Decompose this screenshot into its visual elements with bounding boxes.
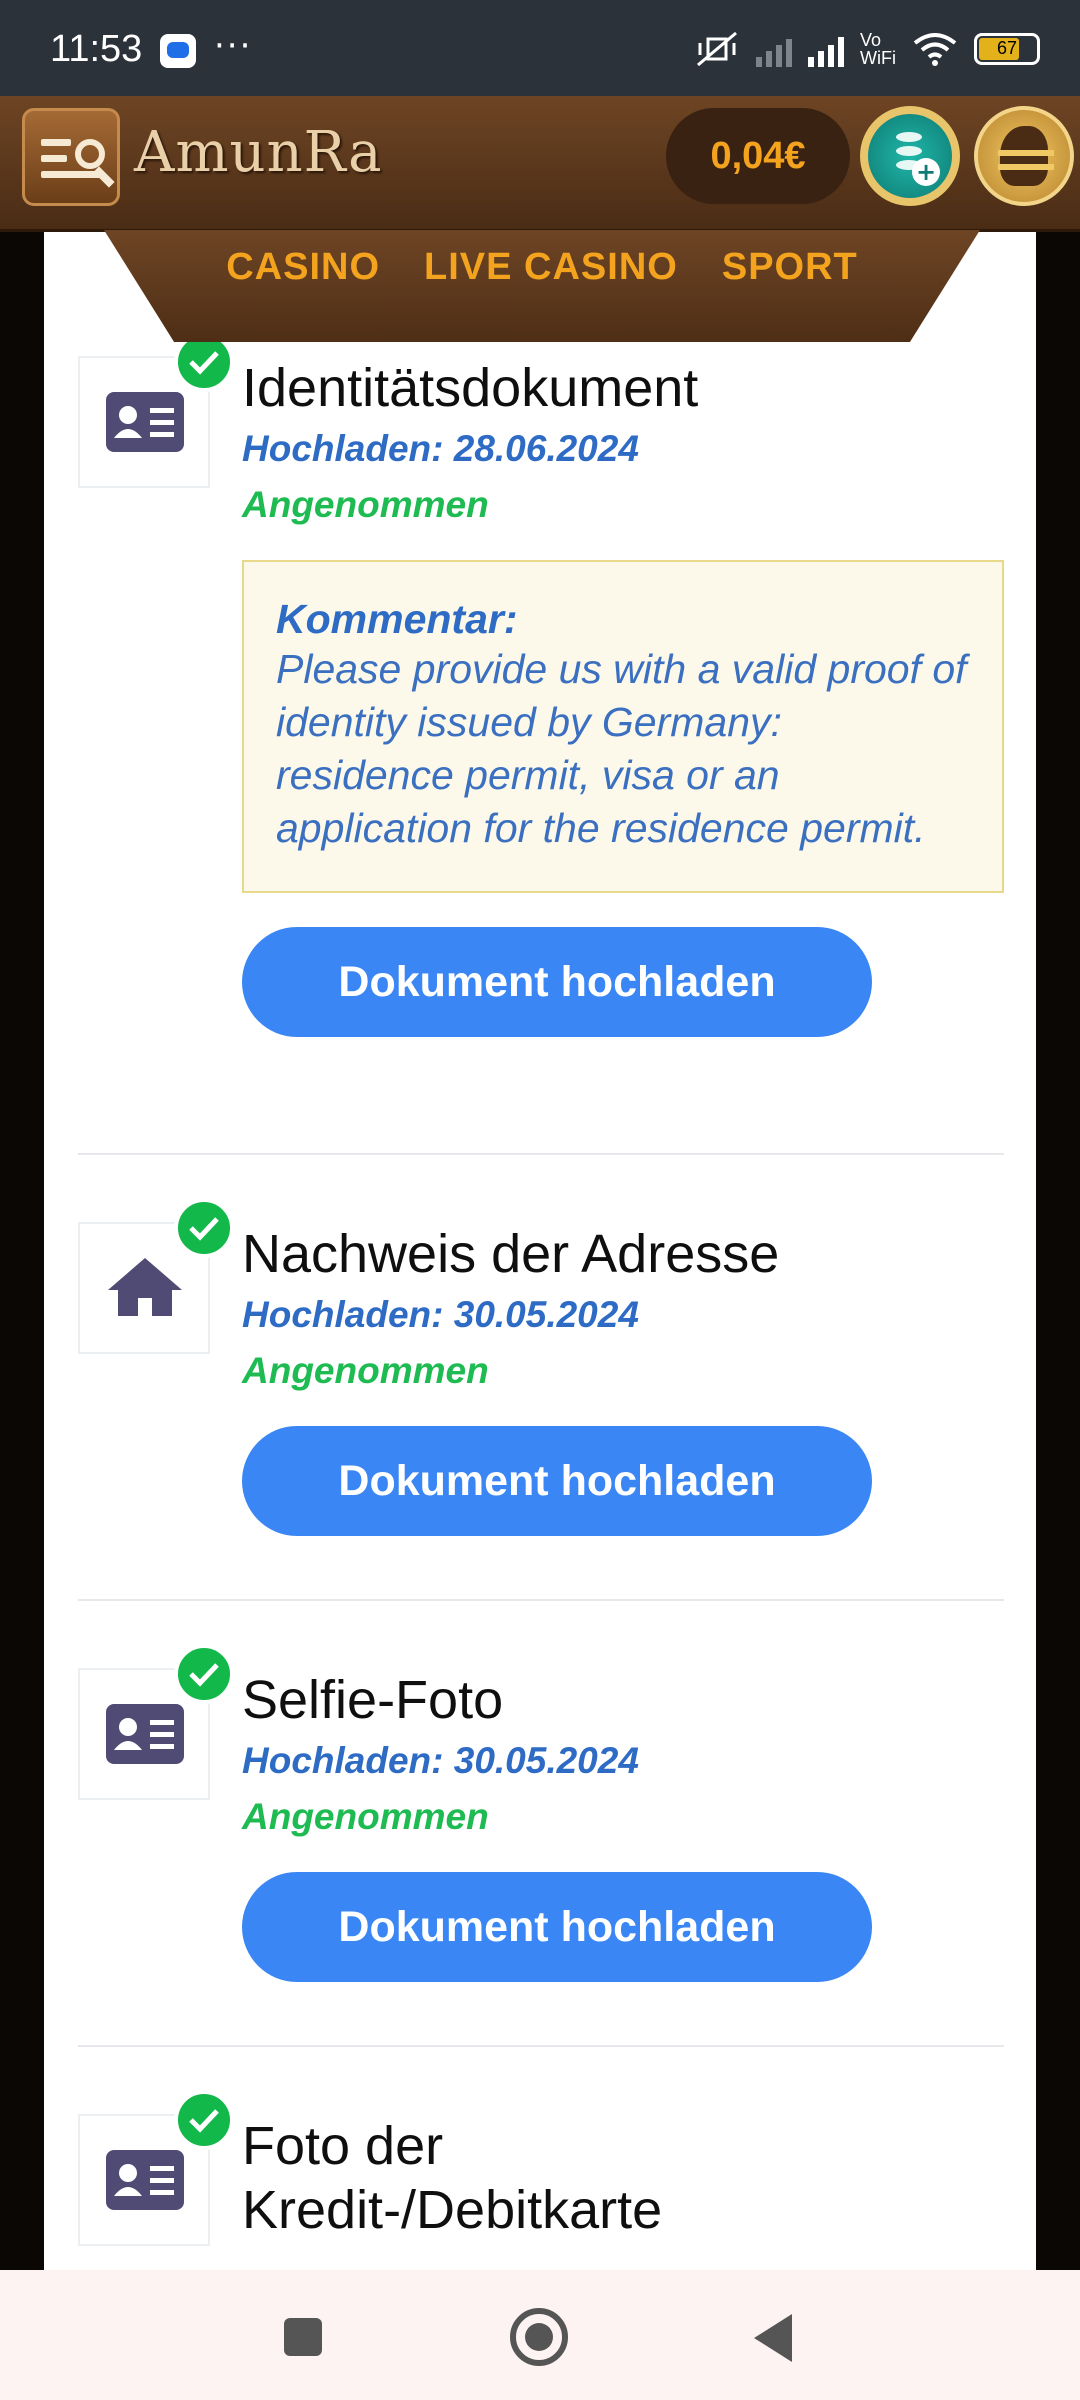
document-details: Selfie-Foto Hochladen: 30.05.2024 Angeno…	[242, 1668, 1004, 1982]
page-background-left	[0, 96, 45, 2270]
menu-icon	[41, 139, 71, 146]
page-background-right	[1035, 96, 1080, 2270]
pharaoh-icon	[1000, 126, 1048, 186]
upload-document-button[interactable]: Dokument hochladen	[242, 1426, 872, 1536]
status-badge: Angenommen	[242, 1796, 489, 1837]
comment-label: Kommentar:	[276, 596, 518, 642]
amunra-logo[interactable]: AmunRa	[134, 120, 383, 185]
upload-date: Hochladen: 30.05.2024	[242, 1740, 639, 1781]
document-title: Identitätsdokument	[242, 358, 699, 418]
app-header: AmunRa 0,04€ +	[0, 96, 1080, 232]
messages-notification-icon	[160, 34, 196, 68]
accepted-check-icon	[174, 1644, 234, 1704]
document-title-line2: Kredit-/Debitkarte	[242, 2180, 663, 2240]
id-card-icon	[106, 1704, 184, 1764]
accepted-check-icon	[174, 1198, 234, 1258]
house-icon	[108, 1258, 182, 1316]
documents-list: Identitätsdokument Hochladen: 28.06.2024…	[44, 150, 1036, 2270]
id-card-icon	[106, 2150, 184, 2210]
upload-document-button[interactable]: Dokument hochladen	[242, 1872, 872, 1982]
id-card-icon	[106, 392, 184, 452]
home-button[interactable]	[510, 2308, 568, 2366]
accepted-check-icon	[174, 2090, 234, 2150]
system-navigation-bar	[0, 2270, 1080, 2400]
document-details: Identitätsdokument Hochladen: 28.06.2024…	[242, 356, 1004, 1037]
balance-display[interactable]: 0,04€	[666, 108, 850, 204]
status-icons: Vo WiFi 67	[694, 24, 1040, 74]
signal-sim1-icon	[756, 31, 793, 67]
status-badge: Angenommen	[242, 1350, 489, 1391]
battery-level: 67	[996, 38, 1018, 58]
divider	[78, 1599, 1004, 1601]
comment-box: Kommentar: Please provide us with a vali…	[242, 560, 1004, 893]
divider	[78, 1153, 1004, 1155]
document-title: Selfie-Foto	[242, 1670, 504, 1730]
upload-date: Hochladen: 30.05.2024	[242, 1294, 639, 1335]
divider	[78, 2045, 1004, 2047]
upload-document-button[interactable]: Dokument hochladen	[242, 927, 872, 1037]
wifi-icon	[913, 33, 957, 66]
vowifi-indicator: Vo WiFi	[860, 30, 896, 68]
search-icon	[75, 139, 105, 169]
document-title-line1: Foto der	[242, 2116, 444, 2176]
main-nav: CASINO LIVE CASINO SPORT	[104, 230, 980, 342]
more-notifications-icon: ···	[214, 26, 253, 66]
comment-text: Please provide us with a valid proof of …	[276, 646, 967, 851]
signal-sim2-icon	[808, 31, 845, 67]
coins-plus-icon: +	[868, 114, 952, 198]
status-bar: 11:53 ··· Vo WiFi 67	[0, 0, 1080, 96]
document-title: Nachweis der Adresse	[242, 1224, 780, 1284]
clock: 11:53	[50, 28, 143, 70]
nav-sport[interactable]: SPORT	[722, 246, 858, 289]
deposit-button[interactable]: +	[860, 106, 960, 206]
menu-search-button[interactable]	[22, 108, 120, 206]
document-details: Foto der Kredit-/Debitkarte	[242, 2114, 1004, 2242]
document-details: Nachweis der Adresse Hochladen: 30.05.20…	[242, 1222, 1004, 1536]
status-badge: Angenommen	[242, 484, 489, 525]
back-button[interactable]	[754, 2314, 792, 2362]
nav-live-casino[interactable]: LIVE CASINO	[424, 246, 678, 289]
battery-icon: 67	[974, 33, 1040, 65]
profile-avatar[interactable]	[974, 106, 1074, 206]
upload-date: Hochladen: 28.06.2024	[242, 428, 639, 469]
recent-apps-button[interactable]	[284, 2318, 322, 2356]
nav-casino[interactable]: CASINO	[226, 246, 380, 289]
mute-vibrate-icon	[697, 31, 737, 67]
